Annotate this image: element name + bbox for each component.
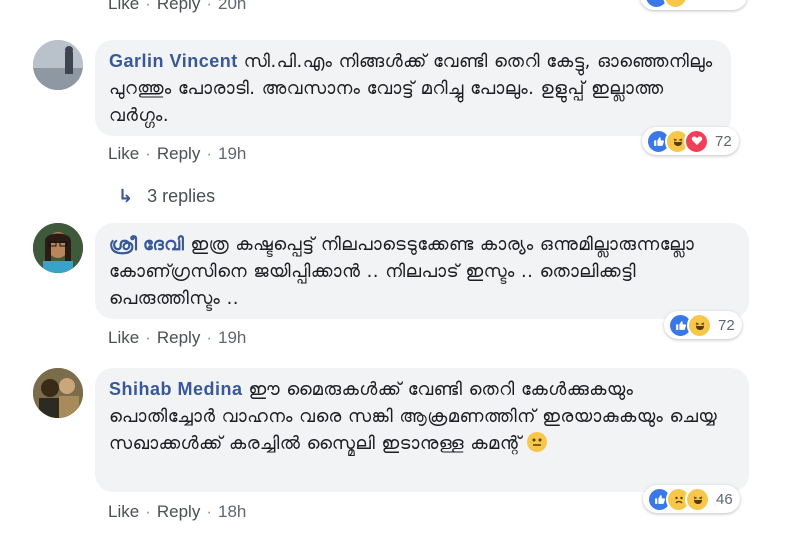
- author-name[interactable]: Shihab Medina: [109, 379, 243, 399]
- reaction-count: 46: [716, 490, 733, 508]
- reply-link[interactable]: Reply: [157, 502, 200, 522]
- reaction-summary[interactable]: 72: [664, 311, 742, 339]
- reply-link[interactable]: Reply: [157, 328, 200, 348]
- avatar[interactable]: [33, 40, 83, 90]
- comment-bubble: ശ്രീ ദേവി ഇത്ര കഷ്ടപ്പെട്ട് നിലപാടെടുക്കേ…: [95, 223, 749, 319]
- comment-bubble: Garlin Vincent സി.പി.എം നിങ്ങൾക്ക് വേണ്ടി…: [95, 40, 731, 136]
- author-name[interactable]: ശ്രീ ദേവി: [109, 234, 184, 254]
- neutral-face-icon: [526, 432, 547, 452]
- comment-actions: Like · Reply · 18h: [108, 502, 246, 522]
- comment-text: ഇത്ര കഷ്ടപ്പെട്ട് നിലപാടെടുക്കേണ്ട കാര്യ…: [109, 234, 695, 309]
- comment-actions: Like · Reply · 19h: [108, 144, 246, 164]
- timestamp[interactable]: 19h: [218, 328, 246, 348]
- reaction-summary[interactable]: 72: [642, 127, 739, 155]
- timestamp[interactable]: 18h: [218, 502, 246, 522]
- timestamp[interactable]: 20h: [218, 0, 246, 14]
- separator-dot: ·: [145, 144, 151, 163]
- comment-bubble: Shihab Medina ഈ മൈരുകൾക്ക് വേണ്ടി തെറി കേ…: [95, 368, 749, 492]
- reply-arrow-icon: ↳: [118, 186, 134, 206]
- timestamp[interactable]: 19h: [218, 144, 246, 164]
- separator-dot: ·: [206, 328, 212, 347]
- separator-dot: ·: [206, 144, 212, 163]
- view-replies-link[interactable]: ↳ 3 replies: [118, 186, 215, 207]
- separator-dot: ·: [145, 328, 151, 347]
- separator-dot: ·: [145, 0, 151, 13]
- like-link[interactable]: Like: [108, 328, 139, 348]
- reaction-count: 72: [718, 316, 735, 334]
- reaction-count: 72: [715, 132, 732, 150]
- top-reactions[interactable]: [640, 0, 747, 10]
- replies-label: 3 replies: [147, 186, 216, 206]
- avatar[interactable]: [33, 223, 83, 273]
- comment-actions: Like · Reply · 19h: [108, 328, 246, 348]
- like-link[interactable]: Like: [108, 502, 139, 522]
- reply-link[interactable]: Reply: [157, 0, 200, 14]
- like-link[interactable]: Like: [108, 144, 139, 164]
- haha-icon: [663, 0, 688, 9]
- top-comment-actions: Like · Reply · 20h: [108, 0, 246, 14]
- haha-icon: [685, 486, 710, 512]
- reply-link[interactable]: Reply: [157, 144, 200, 164]
- avatar[interactable]: [33, 368, 83, 418]
- reaction-summary[interactable]: 46: [643, 485, 740, 513]
- love-icon: [684, 128, 709, 154]
- like-link[interactable]: Like: [108, 0, 139, 14]
- haha-icon: [687, 312, 712, 338]
- separator-dot: ·: [206, 502, 212, 521]
- author-name[interactable]: Garlin Vincent: [109, 51, 238, 71]
- separator-dot: ·: [145, 502, 151, 521]
- separator-dot: ·: [206, 0, 212, 13]
